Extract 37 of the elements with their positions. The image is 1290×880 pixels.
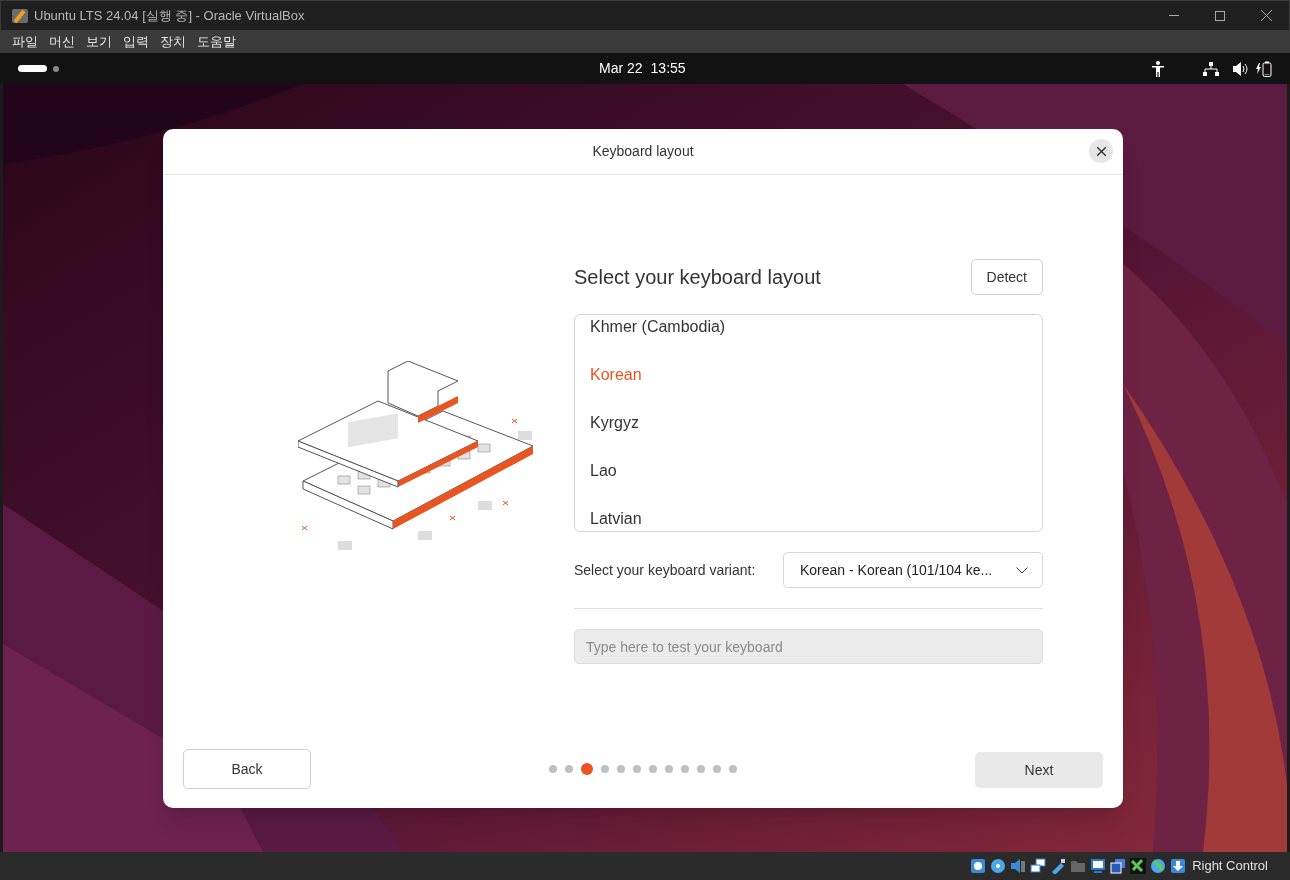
audio-icon[interactable] — [1010, 858, 1027, 874]
layout-option[interactable]: Khmer (Cambodia) — [575, 315, 1042, 351]
close-icon — [1260, 10, 1272, 21]
dialog-title: Keyboard layout — [592, 142, 694, 161]
app-icon — [11, 6, 29, 25]
menu-item[interactable]: 장치 — [155, 31, 191, 52]
layout-option[interactable]: Kyrgyz — [575, 399, 1042, 447]
back-button[interactable]: Back — [183, 749, 311, 789]
menu-item[interactable]: 도움말 — [192, 31, 241, 52]
display-icon[interactable] — [1090, 858, 1107, 874]
accessibility-icon[interactable] — [1151, 60, 1165, 77]
menu-item[interactable]: 보기 — [81, 31, 117, 52]
detect-button[interactable]: Detect — [970, 259, 1043, 295]
volume-icon[interactable] — [1233, 61, 1248, 76]
test-input-field[interactable]: Type here to test your keyboard — [574, 629, 1043, 664]
chevron-down-icon — [1016, 566, 1028, 574]
window-title: Ubuntu LTS 24.04 [실행 중] - Oracle VirtualBox — [34, 6, 305, 25]
globe-icon[interactable] — [1150, 858, 1167, 874]
next-button[interactable]: Next — [975, 752, 1103, 788]
layout-option[interactable]: Latvian — [575, 495, 1042, 531]
variant-label: Select your keyboard variant: — [574, 560, 756, 580]
layout-option[interactable]: Korean — [575, 351, 1042, 399]
download-icon[interactable] — [1170, 858, 1187, 874]
battery-icon[interactable] — [1256, 60, 1272, 77]
menu-item[interactable]: 입력 — [118, 31, 154, 52]
menu-item[interactable]: 파일 — [7, 31, 43, 52]
variant-dropdown[interactable]: Korean - Korean (101/104 ke... — [783, 552, 1043, 588]
close-icon — [1096, 146, 1106, 156]
usb-icon[interactable] — [1050, 858, 1067, 874]
close-button[interactable] — [1089, 139, 1113, 163]
clock[interactable]: Mar 22 13:55 — [599, 58, 686, 79]
heading: Select your keyboard layout — [574, 265, 821, 290]
workspace-indicator[interactable] — [18, 65, 59, 72]
layout-option[interactable]: Lao — [575, 447, 1042, 495]
menu-item[interactable]: 머신 — [44, 31, 80, 52]
host-key-label: Right Control — [1192, 857, 1268, 876]
optical-disc-icon[interactable] — [990, 858, 1007, 874]
